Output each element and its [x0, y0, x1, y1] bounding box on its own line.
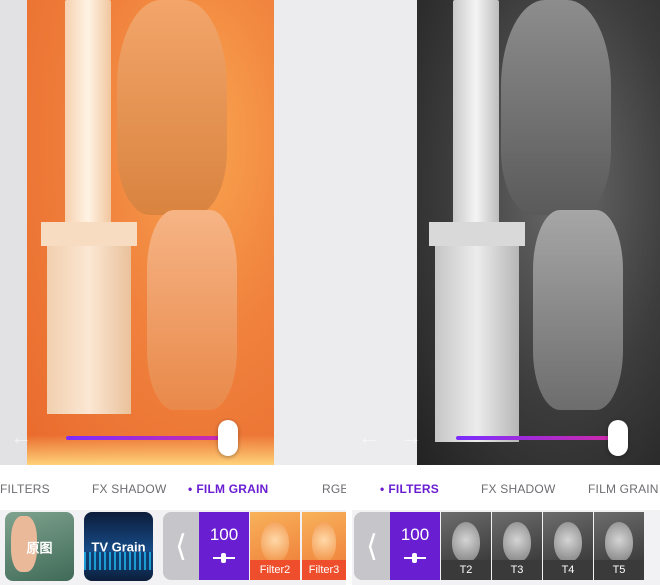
- filter-tile[interactable]: Filter2: [250, 512, 300, 580]
- filter-preview: [554, 522, 582, 562]
- filter-label: Filter3: [302, 560, 346, 580]
- intensity-slider-left[interactable]: [66, 436, 228, 440]
- tab-film-grain[interactable]: FILM GRAIN: [588, 482, 659, 496]
- chevron-left-icon[interactable]: ⟨: [163, 512, 199, 580]
- photo-preview-left: [27, 0, 274, 465]
- panel-divider: [274, 0, 417, 465]
- column-shaft: [65, 0, 111, 225]
- scanlines: [84, 552, 153, 570]
- pedestal-cap: [41, 222, 137, 246]
- filter-preview: [503, 522, 531, 562]
- tab-fx-shadow[interactable]: FX SHADOW: [481, 482, 555, 496]
- slider-thumb-left[interactable]: [218, 420, 238, 456]
- filter-tile[interactable]: T4: [543, 512, 593, 580]
- slider-mini-icon: [404, 553, 426, 563]
- thumbnail-label: TV Grain: [91, 539, 146, 554]
- intensity-slider-right[interactable]: [456, 436, 618, 440]
- figure-body: [501, 0, 611, 215]
- tab-filters[interactable]: FILTERS: [380, 482, 439, 496]
- arrow-right-icon: →: [400, 424, 422, 449]
- filter-tile[interactable]: T2: [441, 512, 491, 580]
- tv-grain-thumbnail[interactable]: TV Grain: [84, 512, 153, 581]
- filter-label: T5: [594, 560, 644, 580]
- chevron-left-icon[interactable]: ⟨: [354, 512, 390, 580]
- filter-tile[interactable]: T5: [594, 512, 644, 580]
- filter-label: T3: [492, 560, 542, 580]
- intensity-value-box[interactable]: 100: [390, 512, 440, 580]
- intensity-value: 100: [209, 525, 239, 544]
- tab-filters[interactable]: FILTERS: [0, 482, 50, 496]
- filter-preview: [605, 522, 633, 562]
- category-tabs-left: FILTERS FX SHADOW FILM GRAIN RGE: [0, 465, 346, 510]
- arrow-left-icon: ←: [10, 424, 32, 449]
- figure-body: [117, 0, 227, 215]
- thumbnail-label: 原图: [26, 540, 53, 555]
- slider-mini-icon: [213, 553, 235, 563]
- tab-rgb[interactable]: RGE: [322, 482, 346, 496]
- left-margin: [0, 0, 27, 465]
- filter-strip-left: 原图 TV Grain ⟨ 100 Filter2 Filter3: [0, 510, 346, 585]
- filter-tile[interactable]: Filter3: [302, 512, 346, 580]
- figure-legs: [147, 210, 237, 410]
- intensity-value-box[interactable]: 100: [199, 512, 249, 580]
- filter-preview: [311, 522, 337, 562]
- tab-film-grain[interactable]: FILM GRAIN: [188, 482, 268, 496]
- filter-preview: [452, 522, 480, 562]
- filter-preview: [261, 522, 289, 562]
- original-thumbnail[interactable]: 原图: [5, 512, 74, 581]
- photo-preview-right: [417, 0, 660, 465]
- filter-label: Filter2: [250, 560, 300, 580]
- figure-legs: [533, 210, 623, 410]
- filter-label: T2: [441, 560, 491, 580]
- column-shaft: [453, 0, 499, 225]
- filter-strip-right: ⟨ 100 T2 T3 T4 T5: [352, 510, 660, 585]
- pedestal-base: [435, 246, 519, 442]
- category-tabs-right: FILTERS FX SHADOW FILM GRAIN: [352, 465, 660, 510]
- filter-label: T4: [543, 560, 593, 580]
- tab-fx-shadow[interactable]: FX SHADOW: [92, 482, 166, 496]
- intensity-value: 100: [400, 525, 430, 544]
- slider-thumb-right[interactable]: [608, 420, 628, 456]
- pedestal-cap: [429, 222, 525, 246]
- arrow-left-icon: ←: [358, 424, 380, 449]
- pedestal-base: [47, 246, 131, 414]
- filter-tile[interactable]: T3: [492, 512, 542, 580]
